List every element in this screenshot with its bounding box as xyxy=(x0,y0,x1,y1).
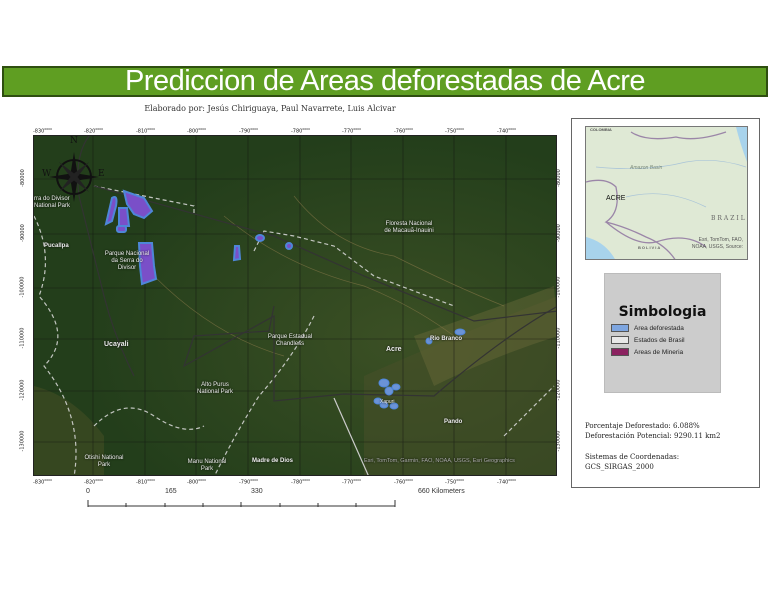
inset-label-brazil: BRAZIL xyxy=(711,215,747,222)
map-attribution: Esri, TomTom, Garmin, FAO, NOAA, USGS, E… xyxy=(364,458,515,464)
label-serra-divisor: Parque Nacional da Serra do Divisor xyxy=(104,251,150,271)
label-divisor-np: rra do Divisor National Park xyxy=(34,196,71,209)
legend-item-states: Estados de Brasil xyxy=(611,336,720,344)
crs-label: Sistemas de Coordenadas: xyxy=(585,453,680,461)
compass-w: W xyxy=(42,169,52,179)
tick: -7600000 xyxy=(394,127,413,135)
tick: -90000 xyxy=(19,224,26,242)
label-pucallpa: Pucallpa xyxy=(44,243,69,249)
crs-value: GCS_SIRGAS_2000 xyxy=(585,463,654,471)
label-alto-purus: Alto Purus National Park xyxy=(196,382,234,395)
tick: -110000 xyxy=(19,327,26,349)
scale-label-660: 660 Kilometers xyxy=(418,488,465,495)
tick: -8200000 xyxy=(84,478,103,486)
compass-e: E xyxy=(98,169,105,179)
inset-label-colombia: COLOMBIA xyxy=(590,127,612,132)
map-title: Prediccion de Areas deforestadas de Acre xyxy=(124,65,646,97)
swatch-mining xyxy=(611,348,629,356)
potential-deforestation: Deforestación Potencial: 9290.11 km2 xyxy=(585,432,721,440)
legend-label: Estados de Brasil xyxy=(634,336,685,344)
title-bar: Prediccion de Areas deforestadas de Acre xyxy=(2,65,768,97)
tick: -8000000 xyxy=(187,478,206,486)
tick: -8100000 xyxy=(136,478,155,486)
main-map[interactable]: N W E rra do Divisor National Park Pucal… xyxy=(33,135,557,476)
legend-label: Areas de Mineria xyxy=(634,348,684,356)
legend-title: Simbologia xyxy=(618,304,707,320)
tick: -7600000 xyxy=(394,478,413,486)
tick: -80000 xyxy=(19,169,26,187)
inset-label-acre: ACRE xyxy=(606,195,626,202)
tick: -100000 xyxy=(19,276,26,298)
label-madre-de-dios: Madre de Dios xyxy=(252,458,294,464)
tick: -8200000 xyxy=(84,127,103,135)
tick: -7500000 xyxy=(445,478,464,486)
label-rio-branco: Rio Branco xyxy=(430,336,463,342)
tick: -120000 xyxy=(19,379,26,401)
swatch-states xyxy=(611,336,629,344)
inset-label-bolivia: BOLIVIA xyxy=(638,245,662,250)
tick: -8300000 xyxy=(33,478,52,486)
tick: -8300000 xyxy=(33,127,52,135)
label-floresta: Floresta Nacional de Macauã-Inauini xyxy=(384,221,434,234)
authors: Elaborado por: Jesús Chiriguaya, Paul Na… xyxy=(144,104,396,113)
tick: -7400000 xyxy=(497,478,516,486)
inset-label-amazon: Amazon Basin xyxy=(630,165,663,171)
inset-attribution: Esri, TomTom, FAO, NOAA, USGS, Source: xyxy=(691,237,743,250)
legend-item-deforested: Area deforestada xyxy=(611,324,720,332)
scale-label-330: 330 xyxy=(251,488,263,495)
scale-bar xyxy=(87,500,396,507)
tick: -8100000 xyxy=(136,127,155,135)
scale-label-165: 165 xyxy=(165,488,177,495)
tick: -7500000 xyxy=(445,127,464,135)
tick: -7800000 xyxy=(291,127,310,135)
tick: -8000000 xyxy=(187,127,206,135)
tick: -7400000 xyxy=(497,127,516,135)
tick: -7900000 xyxy=(239,127,258,135)
label-ucayali: Ucayali xyxy=(104,341,129,348)
label-manu: Manu National Park xyxy=(187,459,227,472)
label-xapuri: Xapuri xyxy=(380,399,395,405)
swatch-deforested xyxy=(611,324,629,332)
label-chandless: Parque Estadual Chandless xyxy=(267,334,313,347)
compass-n: N xyxy=(70,136,78,146)
tick: -7800000 xyxy=(291,478,310,486)
tick: -130000 xyxy=(19,430,26,452)
label-otishi: Otishi National Park xyxy=(84,455,124,468)
tick: -7700000 xyxy=(342,478,361,486)
legend: Simbologia Area deforestada Estados de B… xyxy=(604,273,721,393)
tick: -7700000 xyxy=(342,127,361,135)
deforested-percentage: Porcentaje Deforestado: 6.088% xyxy=(585,422,700,430)
stats-block: Porcentaje Deforestado: 6.088% Deforesta… xyxy=(585,421,721,472)
scale-label-0: 0 xyxy=(86,488,90,495)
legend-item-mining: Areas de Mineria xyxy=(611,348,720,356)
locator-inset-map[interactable]: COLOMBIA Amazon Basin ACRE BRAZIL BOLIVI… xyxy=(585,126,748,260)
legend-label: Area deforestada xyxy=(634,324,684,332)
side-panel: COLOMBIA Amazon Basin ACRE BRAZIL BOLIVI… xyxy=(571,118,760,488)
label-acre: Acre xyxy=(386,346,402,353)
map-canvas xyxy=(34,136,556,475)
label-pando: Pando xyxy=(444,419,463,425)
tick: -7900000 xyxy=(239,478,258,486)
